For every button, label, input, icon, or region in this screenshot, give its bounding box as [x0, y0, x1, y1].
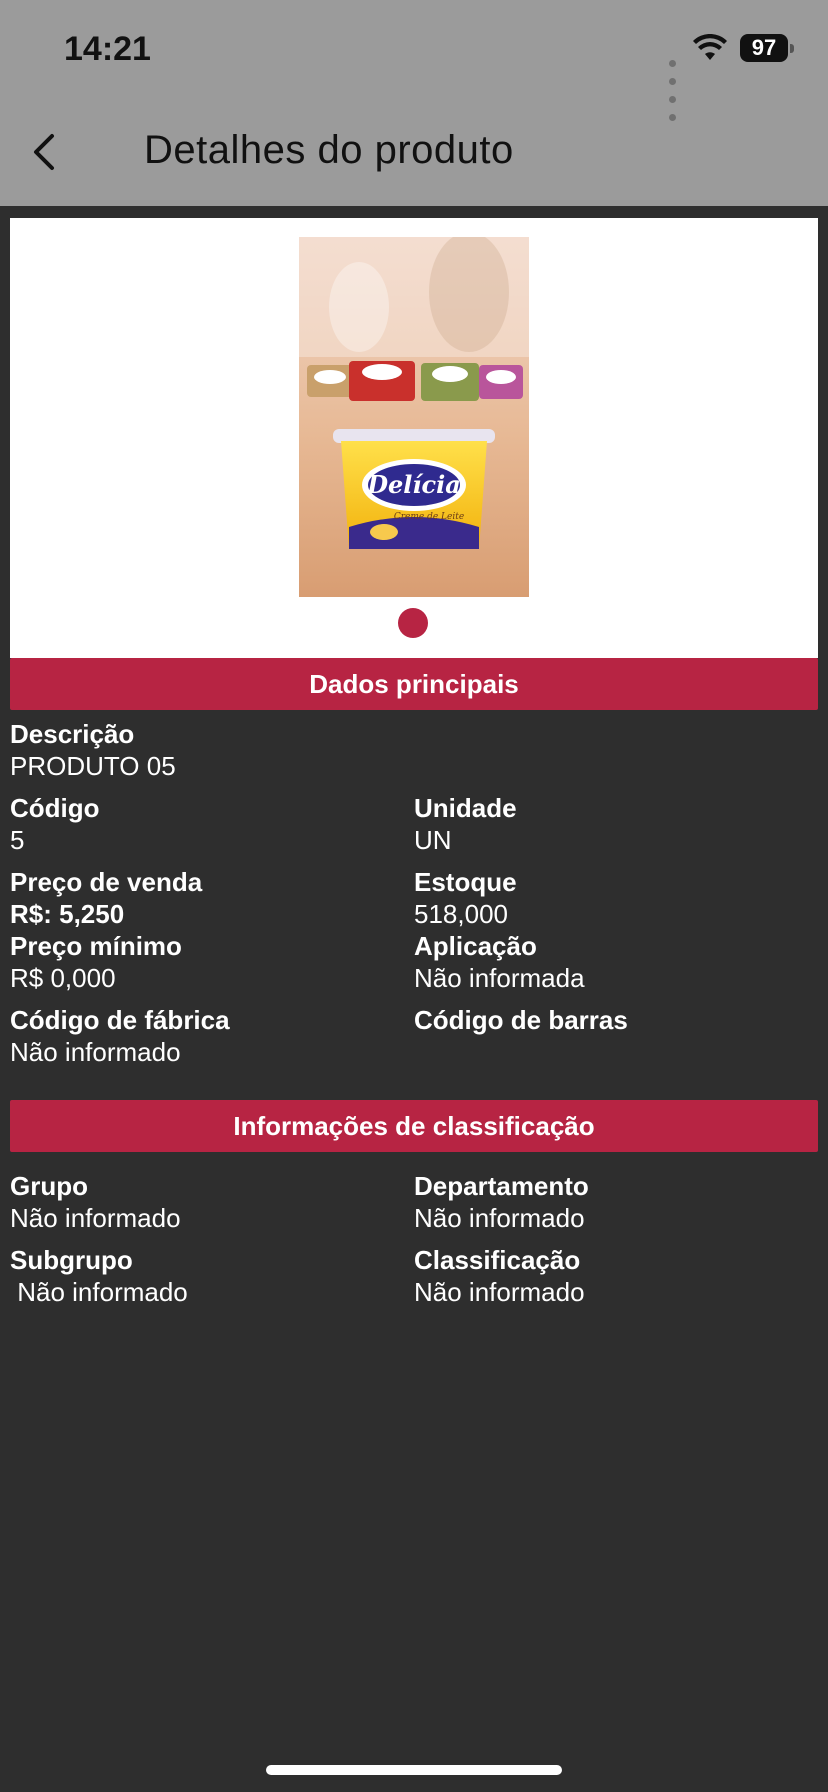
battery-cap: [790, 44, 794, 53]
preco-minimo-value: R$ 0,000: [10, 963, 116, 993]
preco-minimo-label: Preço mínimo: [10, 931, 182, 961]
field-codigo: Código 5: [10, 792, 100, 856]
battery-level: 97: [751, 35, 777, 60]
preco-venda-label: Preço de venda: [10, 867, 203, 897]
field-codigo-fabrica: Código de fábrica Não informado: [10, 1004, 230, 1068]
unidade-value: UN: [414, 825, 452, 855]
carousel-page-indicator[interactable]: [398, 608, 428, 638]
field-preco-minimo: Preço mínimo R$ 0,000: [10, 930, 182, 994]
section-informacoes-classificacao: Informações de classificação: [10, 1100, 818, 1152]
field-unidade: Unidade UN: [414, 792, 517, 856]
departamento-label: Departamento: [414, 1171, 589, 1201]
back-arrow-icon[interactable]: [26, 128, 66, 176]
descricao-label: Descrição: [10, 719, 135, 749]
field-preco-venda: Preço de venda R$: 5,250: [10, 866, 202, 930]
subgrupo-value: Não informado: [10, 1277, 188, 1307]
grupo-value: Não informado: [10, 1203, 181, 1233]
page-title: Detalhes do produto: [144, 128, 514, 172]
battery-icon: 97: [740, 34, 788, 62]
product-image: Delícia Creme de Leite: [299, 237, 529, 597]
aplicacao-value: Não informada: [414, 963, 585, 993]
codigo-label: Código: [10, 793, 100, 823]
codigo-value: 5: [10, 825, 25, 855]
subgrupo-label: Subgrupo: [10, 1245, 133, 1275]
unidade-label: Unidade: [414, 793, 517, 823]
estoque-value: 518,000: [414, 899, 508, 929]
grupo-label: Grupo: [10, 1171, 88, 1201]
codigo-barras-label: Código de barras: [414, 1005, 628, 1035]
aplicacao-label: Aplicação: [414, 931, 537, 961]
product-brand-text: Delícia: [366, 470, 461, 499]
field-classificacao: Classificação Não informado: [414, 1244, 585, 1308]
field-subgrupo: Subgrupo Não informado: [10, 1244, 188, 1308]
home-indicator[interactable]: [266, 1765, 562, 1775]
classificacao-label: Classificação: [414, 1245, 581, 1275]
field-aplicacao: Aplicação Não informada: [414, 930, 585, 994]
section-dados-principais: Dados principais: [10, 658, 818, 710]
classificacao-value: Não informado: [414, 1277, 585, 1307]
preco-venda-value: R$: 5,250: [10, 899, 125, 929]
estoque-label: Estoque: [414, 867, 517, 897]
product-tagline-text: Creme de Leite: [394, 512, 464, 522]
field-codigo-barras: Código de barras: [414, 1004, 628, 1036]
field-grupo: Grupo Não informado: [10, 1170, 181, 1234]
app-header: 14:21 97 Detalhes do produto: [0, 0, 828, 206]
status-time: 14:21: [64, 30, 151, 68]
wifi-icon: [693, 34, 727, 60]
field-descricao: Descrição PRODUTO 05: [10, 718, 176, 782]
codigo-fabrica-value: Não informado: [10, 1037, 181, 1067]
field-departamento: Departamento Não informado: [414, 1170, 589, 1234]
product-image-carousel[interactable]: Delícia Creme de Leite: [10, 218, 818, 658]
cellular-signal-icon: [666, 54, 676, 126]
field-estoque: Estoque 518,000: [414, 866, 517, 930]
descricao-value: PRODUTO 05: [10, 751, 176, 781]
departamento-value: Não informado: [414, 1203, 585, 1233]
codigo-fabrica-label: Código de fábrica: [10, 1005, 230, 1035]
